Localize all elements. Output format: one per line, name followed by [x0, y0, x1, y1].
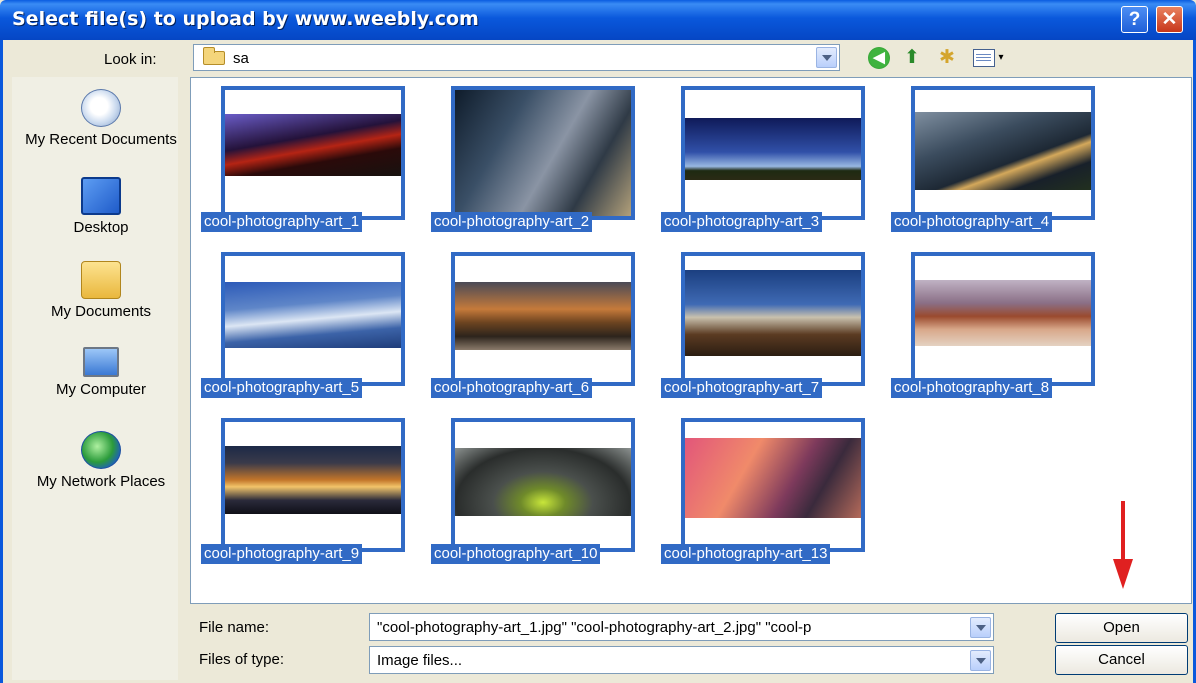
- file-item[interactable]: cool-photography-art_2: [431, 78, 661, 240]
- file-name-label: cool-photography-art_13: [661, 544, 831, 564]
- my-documents-icon: [81, 261, 121, 299]
- look-in-combo[interactable]: sa: [193, 44, 840, 71]
- thumbnail: [911, 86, 1095, 220]
- network-places-icon: [81, 431, 121, 469]
- thumbnail: [911, 252, 1095, 386]
- help-button[interactable]: ?: [1121, 6, 1148, 33]
- file-name-label: cool-photography-art_2: [431, 212, 593, 232]
- place-recent-documents[interactable]: My Recent Documents: [12, 89, 190, 148]
- file-item[interactable]: cool-photography-art_1: [201, 78, 431, 240]
- new-folder-icon[interactable]: ✱: [935, 47, 959, 69]
- file-name-label: cool-photography-art_6: [431, 378, 593, 398]
- file-item[interactable]: cool-photography-art_5: [201, 244, 431, 406]
- file-name-label: cool-photography-art_3: [661, 212, 823, 232]
- file-item[interactable]: cool-photography-art_3: [661, 78, 891, 240]
- thumbnail: [221, 418, 405, 552]
- place-label: Desktop: [73, 219, 129, 236]
- look-in-value: sa: [233, 50, 249, 67]
- my-computer-icon: [83, 347, 119, 377]
- views-dropdown-arrow-icon[interactable]: ▾: [995, 47, 1007, 69]
- chevron-down-icon[interactable]: [816, 47, 837, 68]
- place-my-documents[interactable]: My Documents: [12, 261, 190, 320]
- file-list: cool-photography-art_1 cool-photography-…: [190, 77, 1192, 604]
- close-button[interactable]: ✕: [1156, 6, 1183, 33]
- up-folder-icon[interactable]: ⬆: [900, 47, 924, 69]
- place-network-places[interactable]: My Network Places: [12, 431, 190, 490]
- place-label: My Documents: [50, 303, 152, 320]
- chevron-down-icon[interactable]: [970, 617, 991, 638]
- file-name-label: cool-photography-art_9: [201, 544, 363, 564]
- file-item[interactable]: cool-photography-art_9: [201, 410, 431, 572]
- recent-documents-icon: [81, 89, 121, 127]
- file-name-label: cool-photography-art_10: [431, 544, 601, 564]
- file-name-label: cool-photography-art_7: [661, 378, 823, 398]
- file-item[interactable]: cool-photography-art_6: [431, 244, 661, 406]
- places-bar: My Recent Documents Desktop My Documents…: [12, 77, 178, 680]
- thumbnail: [681, 252, 865, 386]
- look-in-label: Look in:: [104, 51, 157, 68]
- file-type-label: Files of type:: [199, 651, 285, 668]
- file-item[interactable]: cool-photography-art_13: [661, 410, 891, 572]
- views-menu-icon[interactable]: [973, 49, 995, 67]
- cancel-button[interactable]: Cancel: [1055, 645, 1188, 675]
- back-arrow-icon[interactable]: ◀: [868, 47, 890, 69]
- thumbnail: [221, 86, 405, 220]
- place-label: My Recent Documents: [25, 131, 177, 148]
- file-name-label: cool-photography-art_8: [891, 378, 1053, 398]
- place-desktop[interactable]: Desktop: [12, 177, 190, 236]
- file-item[interactable]: cool-photography-art_7: [661, 244, 891, 406]
- file-item[interactable]: cool-photography-art_8: [891, 244, 1121, 406]
- window-title: Select file(s) to upload by www.weebly.c…: [12, 8, 479, 30]
- open-button[interactable]: Open: [1055, 613, 1188, 643]
- title-bar: Select file(s) to upload by www.weebly.c…: [0, 0, 1196, 40]
- thumbnail: [451, 252, 635, 386]
- file-name-label: cool-photography-art_5: [201, 378, 363, 398]
- file-item[interactable]: cool-photography-art_4: [891, 78, 1121, 240]
- thumbnail: [221, 252, 405, 386]
- thumbnail: [451, 418, 635, 552]
- file-name-label: File name:: [199, 619, 270, 636]
- file-item[interactable]: cool-photography-art_10: [431, 410, 661, 572]
- place-label: My Computer: [55, 381, 147, 398]
- folder-icon: [203, 47, 225, 65]
- annotation-arrow: [1113, 501, 1133, 601]
- thumbnail: [451, 86, 635, 220]
- thumbnail: [681, 418, 865, 552]
- file-name-value: "cool-photography-art_1.jpg" "cool-photo…: [377, 619, 812, 636]
- place-my-computer[interactable]: My Computer: [12, 347, 190, 398]
- file-type-value: Image files...: [377, 652, 463, 669]
- file-type-select[interactable]: Image files...: [369, 646, 994, 674]
- file-name-input[interactable]: "cool-photography-art_1.jpg" "cool-photo…: [369, 613, 994, 641]
- place-label: My Network Places: [36, 473, 166, 490]
- file-name-label: cool-photography-art_4: [891, 212, 1053, 232]
- file-name-label: cool-photography-art_1: [201, 212, 363, 232]
- desktop-icon: [81, 177, 121, 215]
- chevron-down-icon[interactable]: [970, 650, 991, 671]
- thumbnail: [681, 86, 865, 220]
